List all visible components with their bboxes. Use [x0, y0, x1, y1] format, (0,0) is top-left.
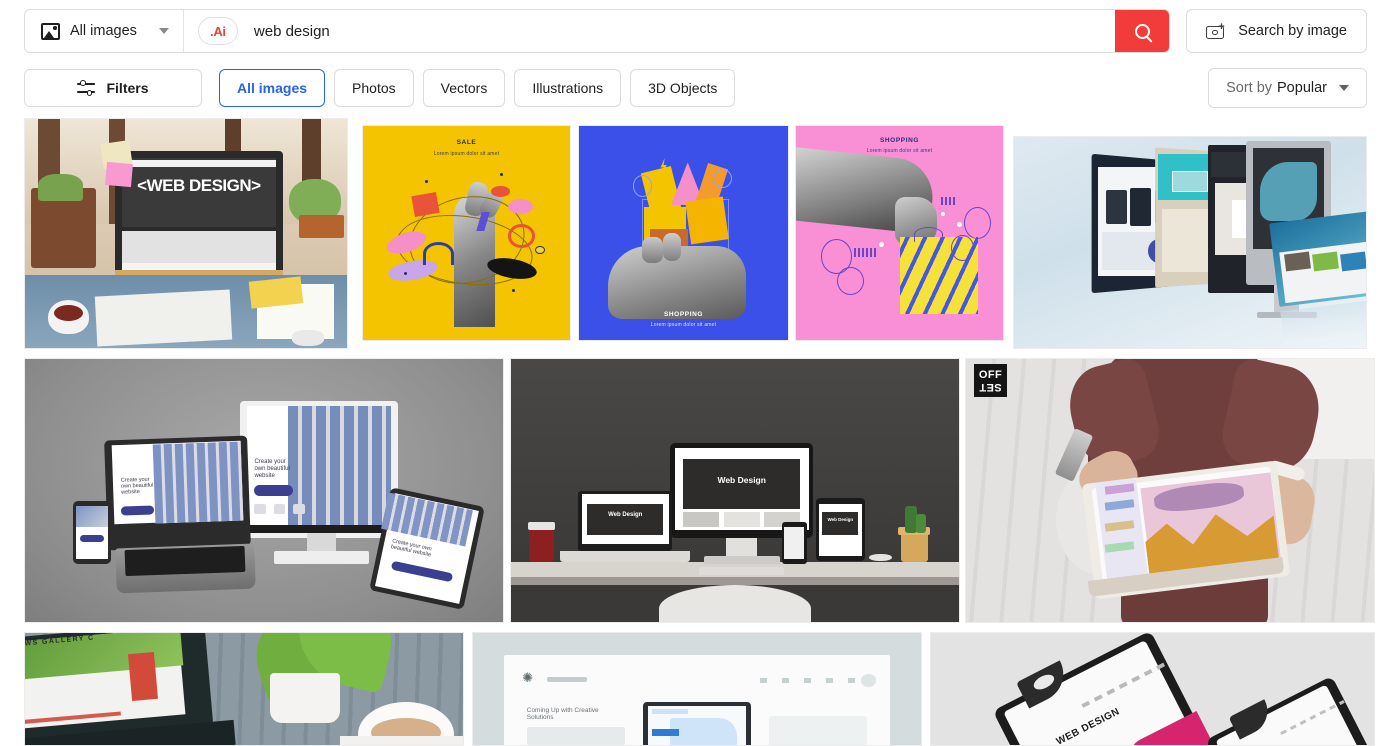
offset-watermark-badge: OFF SET: [974, 364, 1007, 397]
offset-badge-top: OFF: [978, 368, 1003, 381]
poster-subtitle: Lorem ipsum dolor sit amet: [650, 322, 717, 328]
poster-title: SHOPPING: [663, 311, 704, 318]
sliders-icon: [77, 80, 96, 96]
search-icon: [1134, 23, 1150, 39]
asset-type-label: All images: [70, 23, 137, 39]
poster-title: SALE: [456, 139, 477, 146]
asset-type-tabs: All images Photos Vectors Illustrations …: [219, 69, 736, 107]
image-icon: [41, 22, 60, 40]
ai-badge[interactable]: .Ai: [197, 17, 238, 45]
result-tilted-tablets-web-design[interactable]: WEB DESIGN DESIGN: [930, 632, 1375, 746]
result-device-mockups-gray[interactable]: Create your own beautiful website Create…: [24, 358, 504, 623]
search-by-image-button[interactable]: + Search by image: [1186, 9, 1367, 53]
filters-button[interactable]: Filters: [24, 69, 202, 107]
filter-toolbar: Filters All images Photos Vectors Illust…: [0, 62, 1391, 114]
sort-value: Popular: [1277, 80, 1327, 96]
chevron-down-icon: [158, 28, 169, 34]
results-grid: <WEB DESIGN> SALE Lorem ipsum dolor sit …: [0, 114, 1391, 746]
search-submit-button[interactable]: [1115, 10, 1170, 52]
camera-plus-icon: +: [1206, 22, 1227, 39]
query-area: .Ai: [184, 10, 1115, 52]
tab-photos[interactable]: Photos: [334, 69, 414, 107]
tab-vectors[interactable]: Vectors: [422, 69, 506, 107]
offset-badge-bottom: SET: [979, 380, 1002, 393]
search-input[interactable]: [251, 21, 1102, 41]
result-laptop-plant-coffee[interactable]: NEWS GALLERY C: [24, 632, 464, 746]
search-bar: All images .Ai: [24, 9, 1171, 53]
result-creative-solutions-website-mockup[interactable]: ✺ Coming Up with Creative Solutions: [472, 632, 922, 746]
sort-prefix: Sort by: [1226, 80, 1273, 96]
filters-label: Filters: [106, 80, 149, 96]
result-pink-shopping-bag-poster[interactable]: SHOPPING Lorem ipsum dolor sit amet: [795, 125, 1004, 341]
asset-type-selector[interactable]: All images: [25, 10, 184, 52]
result-tablet-stylus-illustration[interactable]: OFF SET: [965, 358, 1375, 623]
result-floating-website-screens[interactable]: [1013, 136, 1367, 349]
tab-all-images[interactable]: All images: [219, 69, 326, 107]
sort-dropdown[interactable]: Sort by Popular: [1208, 68, 1367, 108]
poster-title: SHOPPING: [879, 137, 920, 144]
search-by-image-label: Search by image: [1238, 23, 1347, 39]
result-blue-shopping-collage-poster[interactable]: SHOPPING Lorem ipsum dolor sit amet: [578, 125, 789, 341]
mockup-heading: Coming Up with Creative Solutions: [526, 706, 599, 721]
result-yellow-sale-collage-poster[interactable]: SALE Lorem ipsum dolor sit amet: [362, 125, 571, 341]
result-dark-desk-responsive-devices[interactable]: Web Design Web Design Web Design: [510, 358, 960, 623]
search-toolbar: All images .Ai + Search by image: [0, 0, 1391, 62]
result-web-design-desk-monitor[interactable]: <WEB DESIGN>: [24, 118, 348, 349]
poster-subtitle: Lorem ipsum dolor sit amet: [433, 151, 500, 157]
tab-illustrations[interactable]: Illustrations: [514, 69, 622, 107]
chevron-down-icon: [1339, 85, 1349, 91]
tab-3d-objects[interactable]: 3D Objects: [630, 69, 736, 107]
